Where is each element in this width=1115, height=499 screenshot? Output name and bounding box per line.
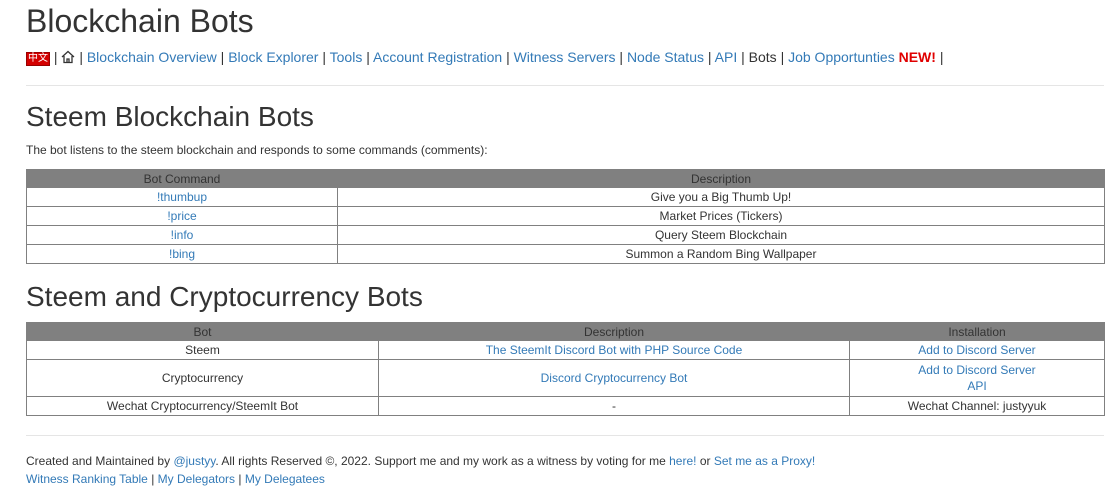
- col-bot: Bot: [26, 322, 379, 341]
- command-info-link[interactable]: !info: [171, 228, 194, 242]
- chinese-language-icon[interactable]: 中文: [26, 52, 50, 66]
- nav-witness-servers[interactable]: Witness Servers: [514, 49, 616, 65]
- steem-bots-heading: Steem Blockchain Bots: [26, 101, 314, 132]
- discord-crypto-bot-link[interactable]: Discord Cryptocurrency Bot: [541, 371, 688, 385]
- command-bing-link[interactable]: !bing: [169, 247, 195, 261]
- table-header-row: Bot Command Description: [26, 169, 1105, 188]
- table-row: !thumbup Give you a Big Thumb Up!: [26, 187, 1105, 207]
- col-description: Description: [378, 322, 850, 341]
- table-header-row: Bot Description Installation: [26, 322, 1105, 341]
- steemit-discord-bot-link[interactable]: The SteemIt Discord Bot with PHP Source …: [486, 343, 743, 357]
- crypto-bots-table: Bot Description Installation Steem The S…: [26, 322, 1105, 416]
- table-row: !bing Summon a Random Bing Wallpaper: [26, 244, 1105, 264]
- author-link[interactable]: @justyy: [173, 454, 215, 468]
- table-row: !price Market Prices (Tickers): [26, 206, 1105, 226]
- add-to-discord-link[interactable]: Add to Discord Server: [918, 363, 1035, 377]
- nav-api[interactable]: API: [715, 49, 738, 65]
- proxy-link[interactable]: Set me as a Proxy!: [714, 454, 815, 468]
- table-row: Steem The SteemIt Discord Bot with PHP S…: [26, 340, 1105, 360]
- nav-tools[interactable]: Tools: [330, 49, 363, 65]
- vote-here-link[interactable]: here!: [669, 454, 696, 468]
- home-icon[interactable]: [61, 49, 75, 69]
- nav-block-explorer[interactable]: Block Explorer: [228, 49, 318, 65]
- bot-name: Cryptocurrency: [26, 359, 379, 397]
- col-description: Description: [337, 169, 1105, 188]
- footer-links: Witness Ranking Table | My Delegators | …: [26, 472, 325, 486]
- command-description: Query Steem Blockchain: [337, 225, 1105, 245]
- crypto-bots-heading: Steem and Cryptocurrency Bots: [26, 281, 423, 312]
- bot-name: Wechat Cryptocurrency/SteemIt Bot: [26, 396, 379, 416]
- footer-line: Created and Maintained by @justyy. All r…: [26, 454, 816, 468]
- steem-bots-intro: The bot listens to the steem blockchain …: [26, 143, 488, 157]
- wechat-channel: Wechat Channel: justyyuk: [849, 396, 1105, 416]
- command-thumbup-link[interactable]: !thumbup: [157, 190, 207, 204]
- commands-table: Bot Command Description !thumbup Give yo…: [26, 169, 1105, 264]
- new-badge: NEW!: [898, 49, 936, 65]
- nav-account-registration[interactable]: Account Registration: [373, 49, 502, 65]
- nav-bots-current: Bots: [748, 49, 777, 65]
- page-title: Blockchain Bots: [26, 3, 254, 39]
- bot-description: -: [378, 396, 850, 416]
- nav-node-status[interactable]: Node Status: [627, 49, 704, 65]
- table-row: !info Query Steem Blockchain: [26, 225, 1105, 245]
- table-row: Wechat Cryptocurrency/SteemIt Bot - Wech…: [26, 396, 1105, 416]
- page: Blockchain Bots 中文 | | Blockchain Overvi…: [0, 0, 1115, 499]
- command-description: Market Prices (Tickers): [337, 206, 1105, 226]
- command-price-link[interactable]: !price: [167, 209, 196, 223]
- my-delegatees-link[interactable]: My Delegatees: [245, 472, 325, 486]
- nav-blockchain-overview[interactable]: Blockchain Overview: [87, 49, 217, 65]
- nav-job-opportunities[interactable]: Job Opportunties: [788, 49, 895, 65]
- my-delegators-link[interactable]: My Delegators: [158, 472, 235, 486]
- top-nav: 中文 | | Blockchain Overview | Block Explo…: [26, 47, 943, 69]
- command-description: Summon a Random Bing Wallpaper: [337, 244, 1105, 264]
- table-row: Cryptocurrency Discord Cryptocurrency Bo…: [26, 359, 1105, 397]
- col-installation: Installation: [849, 322, 1105, 341]
- divider: [26, 435, 1104, 436]
- command-description: Give you a Big Thumb Up!: [337, 187, 1105, 207]
- col-bot-command: Bot Command: [26, 169, 338, 188]
- api-link[interactable]: API: [967, 379, 986, 393]
- bot-name: Steem: [26, 340, 379, 360]
- divider: [26, 85, 1104, 86]
- witness-ranking-link[interactable]: Witness Ranking Table: [26, 472, 148, 486]
- add-to-discord-link[interactable]: Add to Discord Server: [918, 343, 1035, 357]
